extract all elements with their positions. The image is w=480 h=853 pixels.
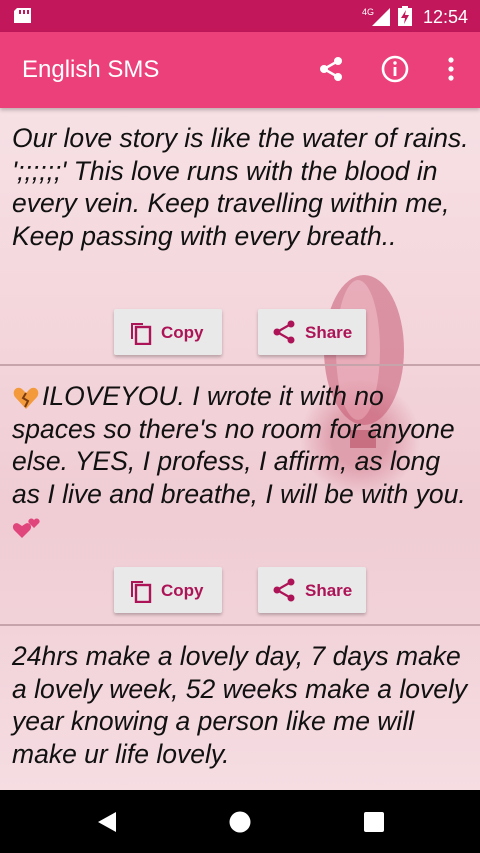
message-text: Our love story is like the water of rain… (12, 123, 469, 251)
more-options-icon[interactable] (436, 54, 466, 84)
message-text-wrap: ILOVEYOU. I wrote it with no spaces so t… (12, 380, 470, 543)
app-title: English SMS (22, 56, 160, 83)
copy-label: Copy (161, 323, 204, 342)
battery-charging-icon (398, 6, 412, 26)
status-bar: 4G 12:54 (0, 0, 480, 32)
broken-heart-emoji-icon (13, 387, 39, 409)
recents-icon[interactable] (363, 811, 385, 833)
share-button[interactable]: Share (258, 309, 366, 355)
share-button[interactable]: Share (258, 567, 366, 613)
message-text: ILOVEYOU. I wrote it with no spaces so t… (12, 381, 466, 509)
share-icon (273, 320, 295, 344)
two-hearts-emoji-icon (12, 518, 40, 538)
clock: 12:54 (423, 7, 469, 27)
message-text: 24hrs make a lovely day, 7 days make a l… (12, 641, 468, 769)
share-icon (273, 578, 295, 602)
copy-button[interactable]: Copy (114, 567, 222, 613)
home-icon[interactable] (228, 810, 252, 834)
svg-text:4G: 4G (362, 7, 374, 17)
navigation-bar (0, 790, 480, 853)
signal-icon: 4G (362, 7, 390, 26)
share-label: Share (305, 323, 353, 342)
info-icon[interactable] (380, 54, 410, 84)
message-card: 24hrs make a lovely day, 7 days make a l… (0, 626, 480, 790)
back-icon[interactable] (96, 810, 118, 834)
copy-label: Copy (161, 581, 204, 600)
copy-icon (131, 323, 152, 345)
app-bar: English SMS (0, 32, 480, 108)
copy-button[interactable]: Copy (114, 309, 222, 355)
message-card: ILOVEYOU. I wrote it with no spaces so t… (0, 366, 480, 626)
share-icon[interactable] (316, 54, 346, 84)
message-card: Our love story is like the water of rain… (0, 108, 480, 366)
message-list[interactable]: Our love story is like the water of rain… (0, 108, 480, 790)
share-label: Share (305, 581, 353, 600)
sd-card-icon (14, 8, 31, 23)
copy-icon (131, 581, 152, 603)
